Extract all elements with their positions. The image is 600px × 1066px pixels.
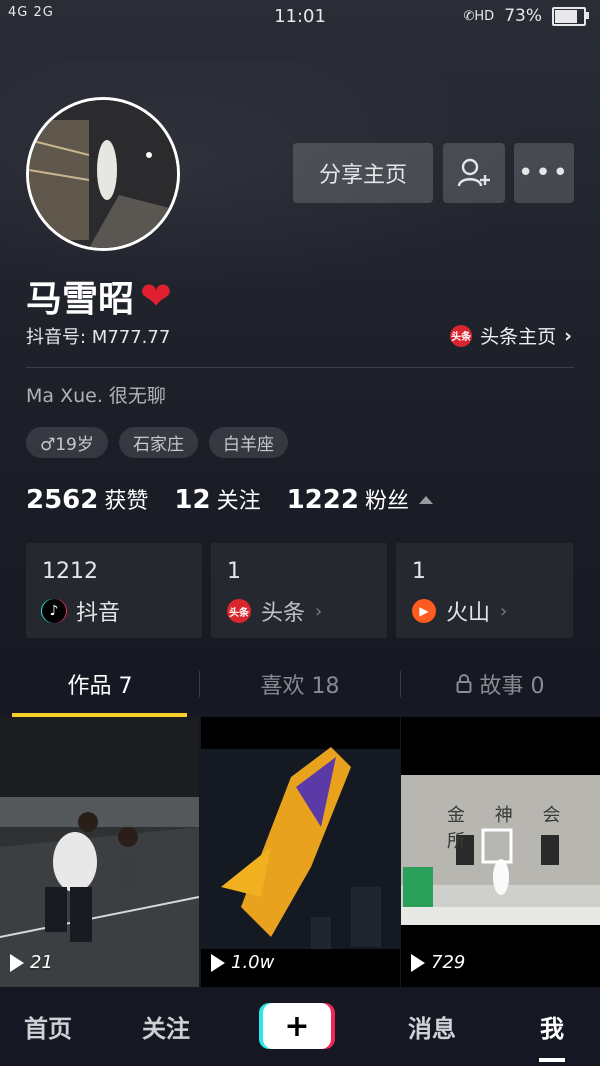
toutiao-logo-icon: 头条 <box>450 324 473 347</box>
video-1-image <box>0 717 199 987</box>
username: 马雪昭 <box>26 279 135 320</box>
play-icon <box>10 953 24 972</box>
tag-zodiac: 白羊座 <box>209 427 288 458</box>
status-bar: 4G 2G 11:01 ✆HD 73% <box>0 0 600 34</box>
douyin-count: 1212 <box>42 559 98 584</box>
tab-stories[interactable]: 故事 0 <box>400 651 600 717</box>
play-count-1: 21 <box>10 952 53 973</box>
huoshan-label-row: ▶ 火山 › <box>412 595 507 627</box>
toutiao-logo-icon: 头条 <box>227 599 251 623</box>
chevron-right-icon: › <box>500 600 508 622</box>
chevron-right-icon: › <box>564 324 572 347</box>
battery-fill <box>555 9 577 23</box>
nav-me[interactable]: 我 <box>504 987 600 1066</box>
likes-count: 2562 <box>26 485 99 515</box>
play-count-value: 21 <box>30 952 53 973</box>
video-thumbnail-2[interactable]: 1.0w <box>201 717 400 987</box>
play-count-value: 729 <box>431 952 466 973</box>
divider <box>26 367 574 368</box>
tag-location: 石家庄 <box>119 427 198 458</box>
bio: Ma Xue. 很无聊 <box>26 385 166 407</box>
status-right: ✆HD 73% <box>463 6 589 26</box>
hd-call-icon: ✆HD <box>463 8 495 24</box>
toutiao-link-label: 头条主页 <box>480 326 557 348</box>
triangle-up-icon <box>418 496 433 504</box>
douyin-id: 抖音号: M777.77 <box>26 327 171 348</box>
following-label: 关注 <box>216 489 261 514</box>
share-profile-button[interactable]: 分享主页 <box>293 143 433 203</box>
more-options-button[interactable]: ••• <box>514 143 574 203</box>
nav-home[interactable]: 首页 <box>0 987 96 1066</box>
lock-icon <box>456 674 471 693</box>
create-button[interactable]: + <box>263 1003 331 1049</box>
video-thumbnail-3[interactable]: 金 神 会 所 729 <box>401 717 600 987</box>
toutiao-label-row: 头条 头条 › <box>227 595 322 627</box>
add-friend-button[interactable] <box>443 143 505 203</box>
play-count-3: 729 <box>411 952 465 973</box>
stat-followers[interactable]: 1222 粉丝 <box>287 483 433 515</box>
likes-label: 获赞 <box>104 489 149 514</box>
followers-count: 1222 <box>286 485 359 515</box>
tag-gender-age: ♂19岁 <box>26 427 108 458</box>
tab-works[interactable]: 作品 7 <box>0 651 200 717</box>
toutiao-count: 1 <box>227 559 241 584</box>
douyin-label: 抖音 <box>76 601 121 626</box>
nav-messages[interactable]: 消息 <box>384 987 480 1066</box>
huoshan-count: 1 <box>412 559 426 584</box>
play-icon <box>411 953 425 972</box>
avatar[interactable] <box>26 97 180 251</box>
platform-card-huoshan[interactable]: 1 ▶ 火山 › <box>396 543 573 638</box>
battery-percent: 73% <box>504 6 542 26</box>
huoshan-logo-icon: ▶ <box>412 599 436 623</box>
play-count-2: 1.0w <box>211 952 274 973</box>
chevron-right-icon: › <box>315 600 323 622</box>
hd-label: HD <box>474 8 495 24</box>
tab-stories-label: 故事 0 <box>479 674 545 699</box>
douyin-logo-icon: ♪ <box>42 599 66 623</box>
followers-label: 粉丝 <box>364 489 409 514</box>
toutiao-homepage-link[interactable]: 头条 头条主页 › <box>450 322 572 349</box>
nav-active-indicator <box>539 1058 565 1062</box>
video-thumbnail-1[interactable]: 21 <box>0 717 199 987</box>
heart-icon: ❤ <box>140 274 172 318</box>
platform-card-toutiao[interactable]: 1 头条 头条 › <box>211 543 387 638</box>
bottom-nav: 首页 关注 + 消息 我 <box>0 987 600 1066</box>
tab-likes[interactable]: 喜欢 18 <box>200 651 400 717</box>
battery-icon <box>552 6 589 26</box>
platform-card-douyin[interactable]: 1212 ♪ 抖音 <box>26 543 202 638</box>
stat-following[interactable]: 12 关注 <box>174 483 260 515</box>
profile-stats: 2562 获赞 12 关注 1222 粉丝 <box>26 483 433 515</box>
play-icon <box>211 953 225 972</box>
nav-follow[interactable]: 关注 <box>118 987 214 1066</box>
profile-name: 马雪昭 ❤ <box>26 270 172 322</box>
douyin-label-row: ♪ 抖音 <box>42 595 120 627</box>
toutiao-label: 头条 <box>261 601 306 626</box>
following-count: 12 <box>174 485 211 515</box>
video-2-image <box>201 717 400 987</box>
content-tabs: 作品 7 喜欢 18 故事 0 <box>0 651 600 717</box>
play-count-value: 1.0w <box>231 952 275 973</box>
add-user-icon <box>457 158 490 187</box>
stat-likes[interactable]: 2562 获赞 <box>26 483 148 515</box>
huoshan-label: 火山 <box>446 601 491 626</box>
wall-sign-text: 金 神 会 所 <box>447 805 573 852</box>
avatar-photo <box>29 100 177 248</box>
